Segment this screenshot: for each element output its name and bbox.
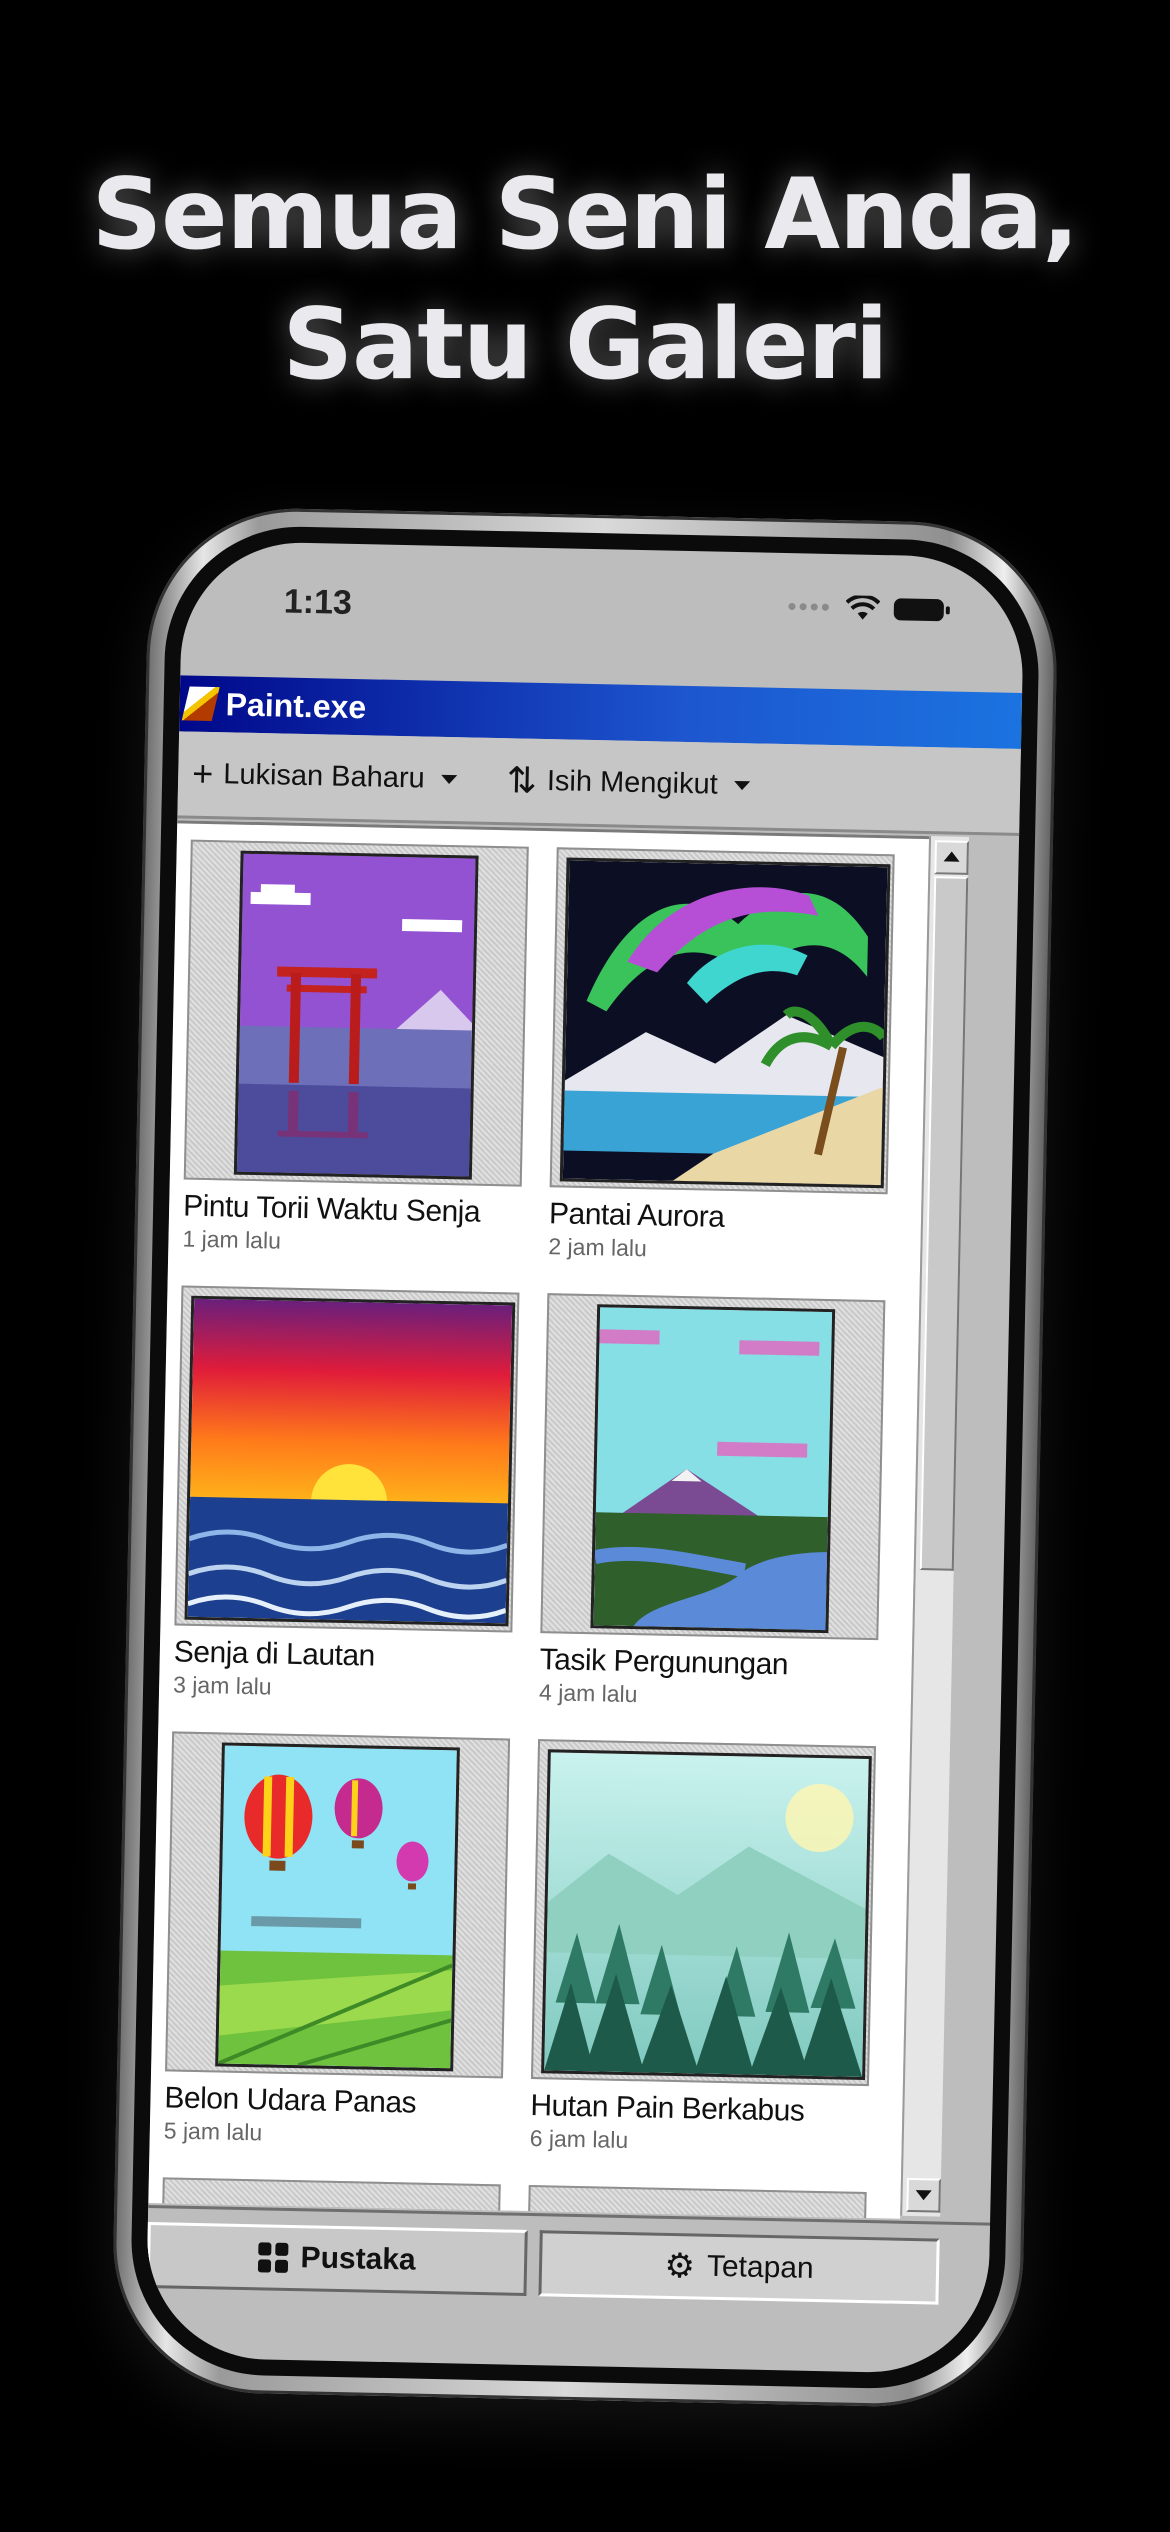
artwork-thumbnail[interactable] <box>540 1293 886 1641</box>
arrow-up-icon <box>943 851 960 862</box>
chevron-down-icon <box>733 780 750 790</box>
artwork-title: Tasik Pergunungan <box>539 1643 789 1682</box>
misty-pine-forest-artwork <box>541 1749 872 2081</box>
tab-library[interactable]: Pustaka <box>146 2222 528 2296</box>
scroll-down-button[interactable] <box>906 2177 941 2213</box>
artwork-timestamp: 1 jam lalu <box>182 1225 282 1254</box>
headline: Semua Seni Anda, Satu Galeri <box>0 150 1170 410</box>
artwork-timestamp: 3 jam lalu <box>172 1671 272 1700</box>
grid-icon <box>258 2242 289 2273</box>
gallery-grid[interactable]: Pintu Torii Waktu Senja 1 jam lalu Panta… <box>148 820 930 2219</box>
chevron-down-icon <box>440 774 457 784</box>
gallery-item[interactable]: Senja di Lautan 3 jam lalu <box>172 1285 520 1706</box>
artwork-timestamp: 5 jam lalu <box>163 2117 263 2146</box>
paint-app-icon <box>181 686 220 722</box>
artwork-title: Hutan Pain Berkabus <box>530 2089 805 2128</box>
scroll-thumb[interactable] <box>919 876 969 1571</box>
artwork-thumbnail[interactable] <box>549 847 895 1195</box>
gear-icon: ⚙ <box>664 2246 696 2286</box>
gallery-item[interactable]: Tasik Pergunungan 4 jam lalu <box>539 1293 886 1713</box>
wifi-icon <box>845 594 881 620</box>
sort-button[interactable]: ⇅ Isih Mengikut <box>506 759 750 806</box>
new-painting-label: Lukisan Baharu <box>222 757 426 794</box>
tab-library-label: Pustaka <box>300 2241 417 2277</box>
artwork-title: Pintu Torii Waktu Senja <box>182 1189 481 1229</box>
status-icons: •••• <box>787 591 945 625</box>
status-time: 1:13 <box>283 582 353 622</box>
arrow-down-icon <box>915 2190 932 2201</box>
status-bar: 1:13 •••• <box>181 540 1025 678</box>
hot-air-balloons-artwork <box>215 1742 460 2072</box>
gallery-item[interactable]: Pintu Torii Waktu Senja 1 jam lalu <box>182 839 529 1260</box>
window-title: Paint.exe <box>225 685 367 725</box>
artwork-thumbnail[interactable] <box>530 1739 877 2087</box>
new-painting-button[interactable]: + Lukisan Baharu <box>192 753 457 801</box>
tab-bar: Pustaka ⚙ Tetapan <box>145 2205 991 2336</box>
tab-settings[interactable]: ⚙ Tetapan <box>538 2230 940 2305</box>
ocean-sunset-artwork <box>184 1295 516 1627</box>
sort-label: Isih Mengikut <box>546 764 719 801</box>
plus-icon: + <box>191 752 214 795</box>
artwork-timestamp: 2 jam lalu <box>548 1233 648 1262</box>
gallery-item[interactable]: Belon Udara Panas 5 jam lalu <box>164 1731 511 2151</box>
phone-screen: 1:13 •••• Paint.exe + Lukisan Baharu ⇅ I… <box>145 540 1025 2375</box>
signal-icon: •••• <box>787 591 833 622</box>
battery-icon <box>893 597 945 621</box>
artwork-timestamp: 6 jam lalu <box>529 2124 629 2154</box>
artwork-timestamp: 4 jam lalu <box>538 1679 638 1708</box>
artwork-thumbnail[interactable] <box>165 1731 511 2079</box>
mountain-lake-artwork <box>590 1304 836 1634</box>
gallery-item[interactable]: Pantai Aurora 2 jam lalu <box>548 847 895 1267</box>
sort-arrows-icon: ⇅ <box>506 759 538 801</box>
scroll-up-button[interactable] <box>934 840 969 875</box>
artwork-title: Senja di Lautan <box>173 1635 376 1673</box>
tab-settings-label: Tetapan <box>706 2249 815 2285</box>
artwork-title: Belon Udara Panas <box>164 2081 417 2120</box>
artwork-title: Pantai Aurora <box>548 1197 725 1234</box>
gallery-item[interactable]: Hutan Pain Berkabus 6 jam lalu <box>529 1739 877 2159</box>
artwork-thumbnail[interactable] <box>174 1285 520 1633</box>
torii-artwork <box>233 850 479 1180</box>
headline-line-1: Semua Seni Anda, <box>91 158 1080 272</box>
aurora-beach-artwork <box>559 857 891 1189</box>
phone-mockup: 1:13 •••• Paint.exe + Lukisan Baharu ⇅ I… <box>110 505 1060 2410</box>
toolbar: + Lukisan Baharu ⇅ Isih Mengikut <box>177 731 1021 836</box>
artwork-thumbnail[interactable] <box>183 839 529 1187</box>
headline-line-2: Satu Galeri <box>282 288 889 402</box>
